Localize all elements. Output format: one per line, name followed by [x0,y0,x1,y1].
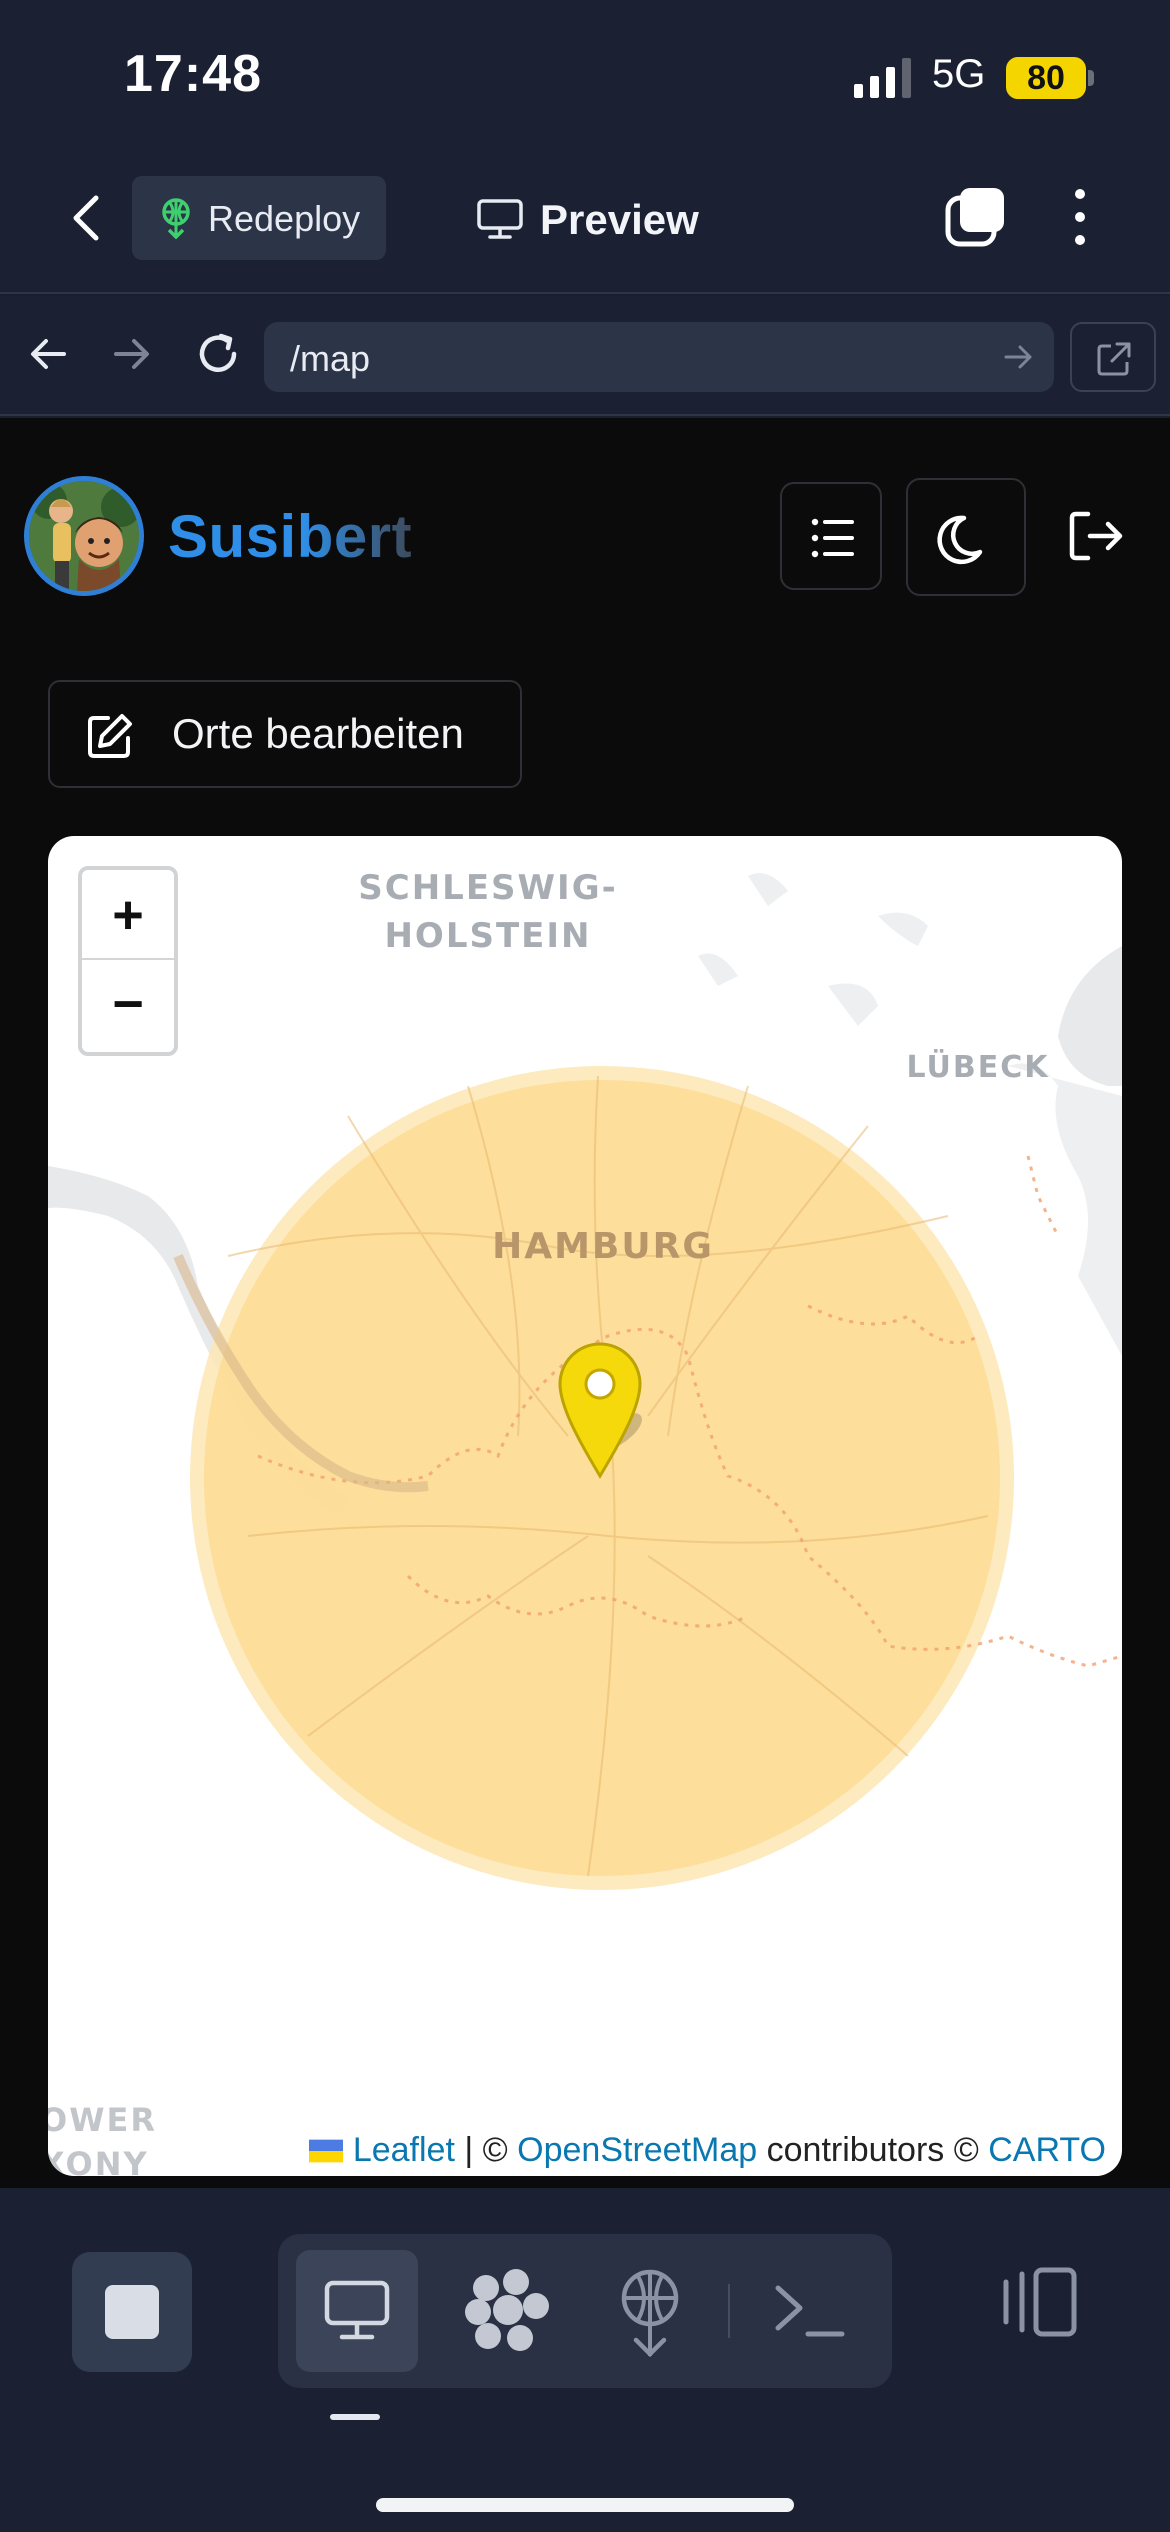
redeploy-icon [162,198,190,239]
stop-button[interactable] [72,2252,192,2372]
redeploy-button[interactable]: Redeploy [132,176,386,260]
map-label-schleswig-holstein: SCHLESWIG- HOLSTEIN [348,864,628,960]
map-label-hamburg: HAMBURG [492,1226,714,1267]
divider [728,2284,730,2338]
signal-strength-icon [854,58,911,98]
network-type: 5G [932,52,986,96]
leaflet-link[interactable]: Leaflet [353,2131,455,2169]
edit-icon [88,714,132,758]
map-label-line: HOLSTEIN [384,916,592,956]
status-bar: 17:48 5G 80 [0,0,1170,150]
stop-icon [105,2285,159,2339]
attribution-sep: | © [454,2131,518,2169]
avatar-illustration [29,481,139,591]
map-label-lower-saxony: OWER XONY [48,2098,180,2176]
map-label-line: OWER [48,2101,157,2139]
arrow-right-icon[interactable] [112,334,152,374]
zoom-control: + − [78,866,178,1056]
shell-icon[interactable] [768,2270,852,2354]
zoom-in-button[interactable]: + [82,870,174,960]
map[interactable]: SCHLESWIG- HOLSTEIN LÜBECK HAMBURG OWER … [48,836,1122,2176]
zoom-out-button[interactable]: − [82,960,174,1052]
redeploy-label: Redeploy [208,198,361,239]
battery-indicator: 80 [1006,57,1086,99]
monitor-icon [477,199,523,239]
map-attribution: Leaflet | © OpenStreetMap contributors ©… [296,2124,1106,2176]
kebab-menu-icon[interactable] [1062,186,1098,248]
clock: 17:48 [124,45,262,103]
map-label-line: XONY [48,2145,149,2176]
battery-tip [1088,70,1094,86]
arrow-left-icon[interactable] [28,334,68,374]
map-label-line: SCHLESWIG- [358,868,618,908]
carto-link[interactable]: CARTO [988,2131,1106,2169]
map-label-luebeck: LÜBECK [906,1050,1050,1085]
reload-icon[interactable] [194,330,242,378]
agent-icon[interactable] [456,2260,556,2360]
brand-name[interactable]: Susibert [168,502,412,571]
attribution-contributors: contributors © [757,2131,989,2169]
list-menu-button[interactable] [780,482,882,590]
openstreetmap-link[interactable]: OpenStreetMap [517,2131,757,2169]
web-content: Susibert Orte bearbeiten SCHLESWIG- HOLS… [0,418,1170,2188]
external-link-icon [1097,342,1131,376]
list-icon [811,518,854,558]
tabs-icon[interactable] [944,186,1006,248]
tool-preview-button[interactable] [296,2250,418,2372]
edit-places-label: Orte bearbeiten [172,710,464,757]
map-tiles [48,873,1122,1890]
logout-icon[interactable] [1066,500,1130,572]
moon-icon [937,515,983,565]
go-arrow-icon[interactable] [1002,341,1034,373]
deploy-icon[interactable] [600,2262,700,2362]
monitor-icon [324,2280,390,2340]
bottom-toolbar [0,2188,1170,2532]
open-external-button[interactable] [1070,322,1156,392]
home-indicator [376,2498,794,2512]
panel-toggle-icon[interactable] [994,2252,1084,2352]
url-input[interactable]: /map [264,322,1054,392]
avatar[interactable] [24,476,144,596]
theme-toggle-button[interactable] [906,478,1026,596]
preview-label: Preview [540,196,699,243]
tab-preview[interactable]: Preview [472,176,732,260]
url-path: /map [290,338,371,379]
url-bar: /map [0,296,1170,416]
tool-group [278,2234,892,2388]
edit-places-button[interactable]: Orte bearbeiten [48,680,522,788]
ukraine-flag-icon [308,2139,343,2163]
back-chevron-icon[interactable] [64,188,112,248]
active-tab-indicator [330,2414,380,2420]
top-bar: Redeploy Preview [0,150,1170,294]
